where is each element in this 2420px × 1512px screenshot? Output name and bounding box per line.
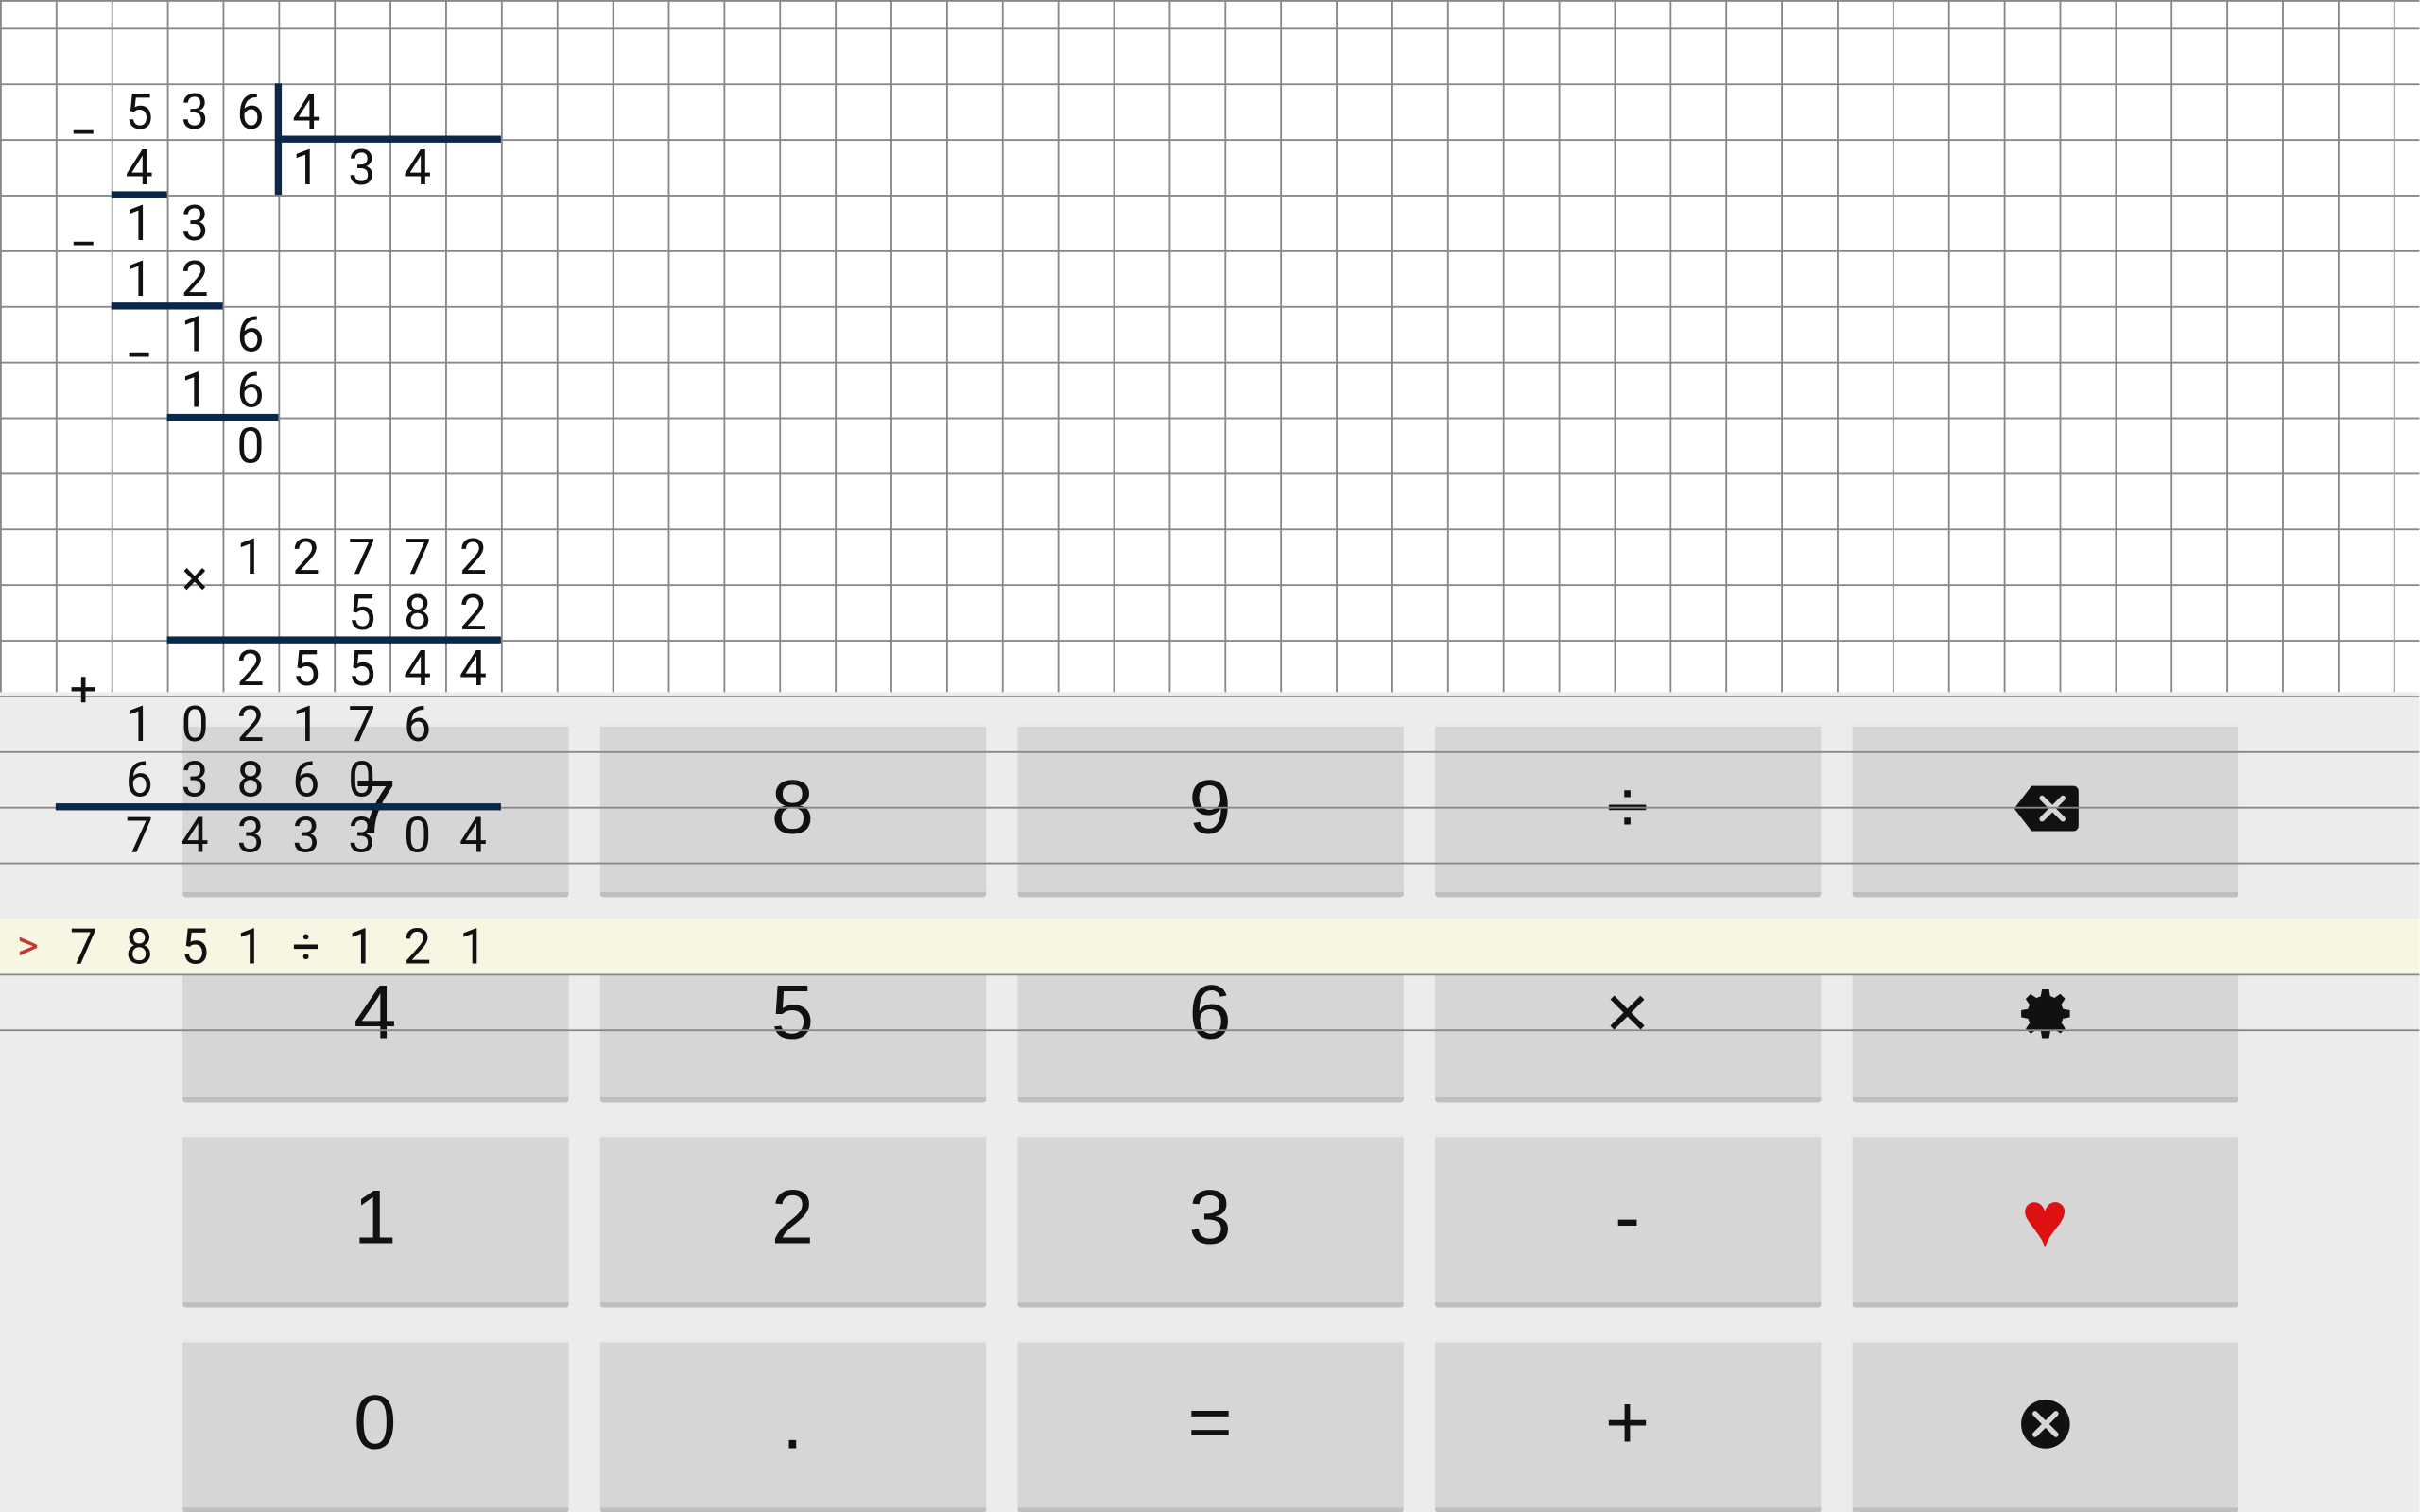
mult-partial-digit: 1 xyxy=(112,696,167,751)
input-char: 1 xyxy=(223,919,279,974)
mult-operand1-digit: 1 xyxy=(223,528,279,584)
division-step-digit: 1 xyxy=(112,250,167,306)
division-remainder-digit: 0 xyxy=(223,418,279,473)
input-char: 2 xyxy=(389,919,445,974)
input-char: ÷ xyxy=(278,919,334,974)
key-3[interactable]: 3 xyxy=(1017,1133,1403,1307)
mult-partial-digit: 7 xyxy=(334,696,389,751)
key-2[interactable]: 2 xyxy=(599,1133,985,1307)
minus-sign: − xyxy=(56,217,112,273)
division-quotient-digit: 1 xyxy=(278,139,334,195)
division-step-digit: 1 xyxy=(167,306,223,362)
key-8[interactable]: 8 xyxy=(599,723,985,897)
key-minus[interactable]: - xyxy=(1434,1133,1820,1307)
division-dividend-digit: 5 xyxy=(112,83,167,139)
mult-result-digit: 0 xyxy=(389,807,445,863)
key-equals[interactable]: = xyxy=(1017,1338,1403,1512)
heart-icon: ♥ xyxy=(2021,1172,2068,1265)
division-step-digit: 6 xyxy=(223,306,279,362)
mult-operand2-digit: 8 xyxy=(389,584,445,640)
input-char: 8 xyxy=(112,919,167,974)
key-backspace[interactable] xyxy=(1852,723,2238,897)
mult-result-digit: 4 xyxy=(445,807,501,863)
mult-partial-digit: 1 xyxy=(278,696,334,751)
mult-operand2-digit: 5 xyxy=(334,584,389,640)
key-1[interactable]: 1 xyxy=(182,1133,568,1307)
key-9[interactable]: 9 xyxy=(1017,723,1403,897)
input-char: 1 xyxy=(445,919,501,974)
worksheet[interactable]: 5364134−413−1216−16012772×58225544+10217… xyxy=(0,0,2420,692)
key-divide[interactable]: ÷ xyxy=(1434,723,1820,897)
division-step-digit: 1 xyxy=(112,195,167,250)
key-dot[interactable]: . xyxy=(599,1338,985,1512)
mult-result-digit: 3 xyxy=(334,807,389,863)
mult-operand1-digit: 2 xyxy=(278,528,334,584)
division-step-digit: 3 xyxy=(167,195,223,250)
mult-operand1-digit: 7 xyxy=(334,528,389,584)
division-dividend-digit: 3 xyxy=(167,83,223,139)
mult-partial-digit: 0 xyxy=(334,751,389,807)
mult-partial-digit: 0 xyxy=(167,696,223,751)
backspace-icon xyxy=(2010,782,2080,834)
division-divisor-digit: 4 xyxy=(278,83,334,139)
division-step-digit: 2 xyxy=(167,250,223,306)
input-char: 7 xyxy=(56,919,112,974)
minus-sign: − xyxy=(56,106,112,162)
mult-partial-digit: 2 xyxy=(223,696,279,751)
mult-partial-digit: 4 xyxy=(445,640,501,696)
division-step-digit: 1 xyxy=(167,362,223,418)
mult-operand1-digit: 7 xyxy=(389,528,445,584)
mult-partial-digit: 6 xyxy=(389,696,445,751)
clear-icon xyxy=(2015,1395,2075,1454)
mult-partial-digit: 3 xyxy=(167,751,223,807)
mult-result-digit: 3 xyxy=(278,807,334,863)
mult-result-digit: 7 xyxy=(112,807,167,863)
division-quotient-digit: 4 xyxy=(389,139,445,195)
division-step-digit: 4 xyxy=(112,139,167,195)
minus-sign: − xyxy=(112,328,167,384)
input-char: 5 xyxy=(167,919,223,974)
input-prompt: > xyxy=(0,919,56,974)
rule-horizontal xyxy=(278,136,501,143)
mult-partial-digit: 2 xyxy=(223,640,279,696)
mult-partial-digit: 6 xyxy=(278,751,334,807)
division-step-digit: 6 xyxy=(223,362,279,418)
key-favorite[interactable]: ♥ xyxy=(1852,1133,2238,1307)
mult-partial-digit: 6 xyxy=(112,751,167,807)
times-sign: × xyxy=(167,551,223,607)
mult-partial-digit: 8 xyxy=(223,751,279,807)
mult-operand1-digit: 2 xyxy=(445,528,501,584)
key-plus[interactable]: + xyxy=(1434,1338,1820,1512)
gear-icon xyxy=(2014,983,2076,1045)
key-0[interactable]: 0 xyxy=(182,1338,568,1512)
mult-result-digit: 4 xyxy=(167,807,223,863)
plus-sign: + xyxy=(56,662,112,718)
input-char: 1 xyxy=(334,919,389,974)
mult-partial-digit: 4 xyxy=(389,640,445,696)
mult-partial-digit: 5 xyxy=(334,640,389,696)
mult-partial-digit: 5 xyxy=(278,640,334,696)
mult-operand2-digit: 2 xyxy=(445,584,501,640)
division-dividend-digit: 6 xyxy=(223,83,279,139)
key-clear[interactable] xyxy=(1852,1338,2238,1512)
mult-result-digit: 3 xyxy=(223,807,279,863)
division-quotient-digit: 3 xyxy=(334,139,389,195)
